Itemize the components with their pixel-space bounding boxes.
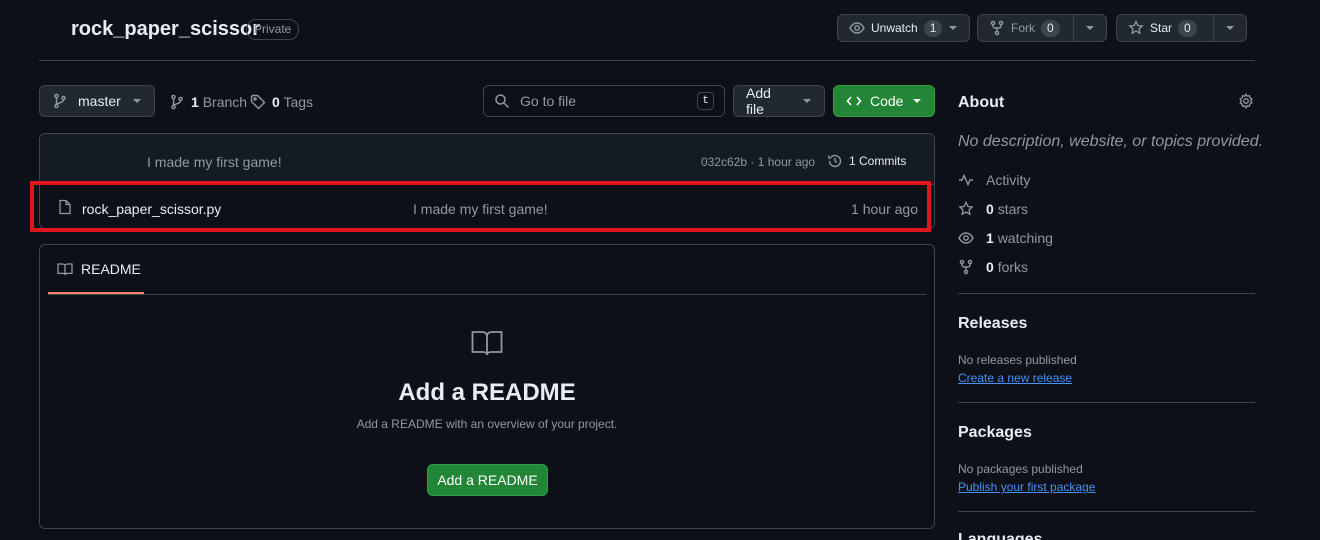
readme-divider bbox=[48, 294, 926, 295]
star-dropdown[interactable] bbox=[1214, 15, 1246, 41]
packages-note: No packages published bbox=[958, 462, 1083, 476]
forks-link[interactable]: 0 forks bbox=[958, 259, 1028, 275]
star-button[interactable]: Star 0 bbox=[1116, 14, 1247, 42]
readme-subtext: Add a README with an overview of your pr… bbox=[356, 417, 618, 431]
star-icon bbox=[958, 201, 974, 217]
fork-dropdown[interactable] bbox=[1074, 15, 1106, 41]
sidebar-divider bbox=[958, 293, 1255, 294]
book-icon bbox=[471, 329, 503, 357]
languages-heading: Languages bbox=[958, 531, 1043, 540]
forks-count: 0 bbox=[986, 259, 994, 275]
eye-icon bbox=[849, 20, 865, 36]
latest-commit-meta[interactable]: 032c62b · 1 hour ago bbox=[701, 155, 815, 169]
readme-panel: README Add a README Add a README with an… bbox=[39, 244, 935, 529]
highlight-box bbox=[30, 181, 931, 232]
readme-heading: Add a README bbox=[398, 379, 576, 406]
go-to-file-placeholder: Go to file bbox=[520, 93, 577, 109]
latest-commit-bar: I made my first game! 032c62b · 1 hour a… bbox=[40, 134, 934, 185]
branch-label: Branch bbox=[202, 94, 248, 110]
add-file-button[interactable]: Add file bbox=[733, 85, 825, 117]
fork-icon bbox=[958, 259, 974, 275]
latest-commit-message[interactable]: I made my first game! bbox=[147, 154, 282, 170]
branch-icon bbox=[52, 93, 68, 109]
watching-link[interactable]: 1 watching bbox=[958, 230, 1053, 246]
fork-icon bbox=[989, 20, 1005, 36]
stars-count: 0 bbox=[986, 201, 994, 217]
commits-label: 1 Commits bbox=[849, 154, 907, 168]
readme-tab-label: README bbox=[81, 260, 141, 277]
go-to-file-input[interactable]: Go to file t bbox=[483, 85, 725, 117]
visibility-badge: Private bbox=[246, 19, 300, 40]
gear-icon[interactable] bbox=[1238, 93, 1254, 109]
star-icon bbox=[1128, 20, 1144, 36]
search-icon bbox=[494, 93, 510, 109]
chevron-down-icon bbox=[132, 96, 142, 106]
star-count: 0 bbox=[1178, 19, 1197, 37]
history-icon bbox=[827, 153, 843, 169]
fork-count: 0 bbox=[1041, 19, 1060, 37]
releases-heading[interactable]: Releases bbox=[958, 315, 1027, 333]
commits-link[interactable]: 1 Commits bbox=[827, 153, 906, 169]
about-heading: About bbox=[958, 94, 1005, 111]
stars-link[interactable]: 0 stars bbox=[958, 201, 1028, 217]
eye-icon bbox=[958, 230, 974, 246]
tags-link[interactable]: 0 Tags bbox=[250, 94, 313, 110]
tag-count: 0 bbox=[272, 94, 280, 110]
unwatch-label: Unwatch bbox=[871, 21, 918, 35]
branch-name: master bbox=[78, 93, 121, 109]
keyboard-shortcut: t bbox=[697, 92, 714, 110]
publish-package-link[interactable]: Publish your first package bbox=[958, 480, 1095, 494]
activity-label: Activity bbox=[986, 172, 1031, 188]
watching-count: 1 bbox=[986, 230, 994, 246]
code-icon bbox=[846, 93, 862, 109]
branch-count: 1 bbox=[191, 94, 199, 110]
add-file-label: Add file bbox=[746, 85, 771, 117]
chevron-down-icon bbox=[912, 96, 922, 106]
sidebar-divider bbox=[958, 402, 1255, 403]
unwatch-button[interactable]: Unwatch 1 bbox=[837, 14, 971, 42]
tag-label: Tags bbox=[283, 94, 314, 110]
pulse-icon bbox=[958, 172, 974, 188]
forks-label: forks bbox=[997, 259, 1029, 275]
fork-label: Fork bbox=[1011, 21, 1035, 35]
star-label: Star bbox=[1150, 21, 1173, 35]
create-release-link[interactable]: Create a new release bbox=[958, 371, 1072, 385]
repo-name[interactable]: rock_paper_scissor bbox=[71, 18, 260, 41]
branch-selector[interactable]: master bbox=[39, 85, 155, 117]
book-icon bbox=[57, 261, 73, 277]
header-divider bbox=[39, 60, 1255, 61]
chevron-down-icon bbox=[1225, 23, 1235, 33]
activity-link[interactable]: Activity bbox=[958, 172, 1030, 188]
chevron-down-icon bbox=[1085, 23, 1095, 33]
chevron-down-icon bbox=[802, 96, 812, 106]
packages-heading[interactable]: Packages bbox=[958, 424, 1032, 442]
branches-link[interactable]: 1 Branch bbox=[169, 94, 247, 110]
watch-count: 1 bbox=[923, 19, 943, 37]
stars-label: stars bbox=[997, 201, 1029, 217]
tag-icon bbox=[250, 94, 266, 110]
tab-readme[interactable]: README bbox=[48, 245, 144, 294]
releases-note: No releases published bbox=[958, 353, 1077, 367]
fork-button[interactable]: Fork 0 bbox=[977, 14, 1107, 42]
code-button[interactable]: Code bbox=[833, 85, 935, 117]
chevron-down-icon bbox=[948, 23, 958, 33]
add-readme-button[interactable]: Add a README bbox=[427, 464, 548, 496]
code-label: Code bbox=[870, 93, 904, 109]
watching-label: watching bbox=[997, 230, 1053, 246]
sidebar-divider bbox=[958, 511, 1255, 512]
about-description: No description, website, or topics provi… bbox=[958, 133, 1264, 150]
branch-icon bbox=[169, 94, 185, 110]
